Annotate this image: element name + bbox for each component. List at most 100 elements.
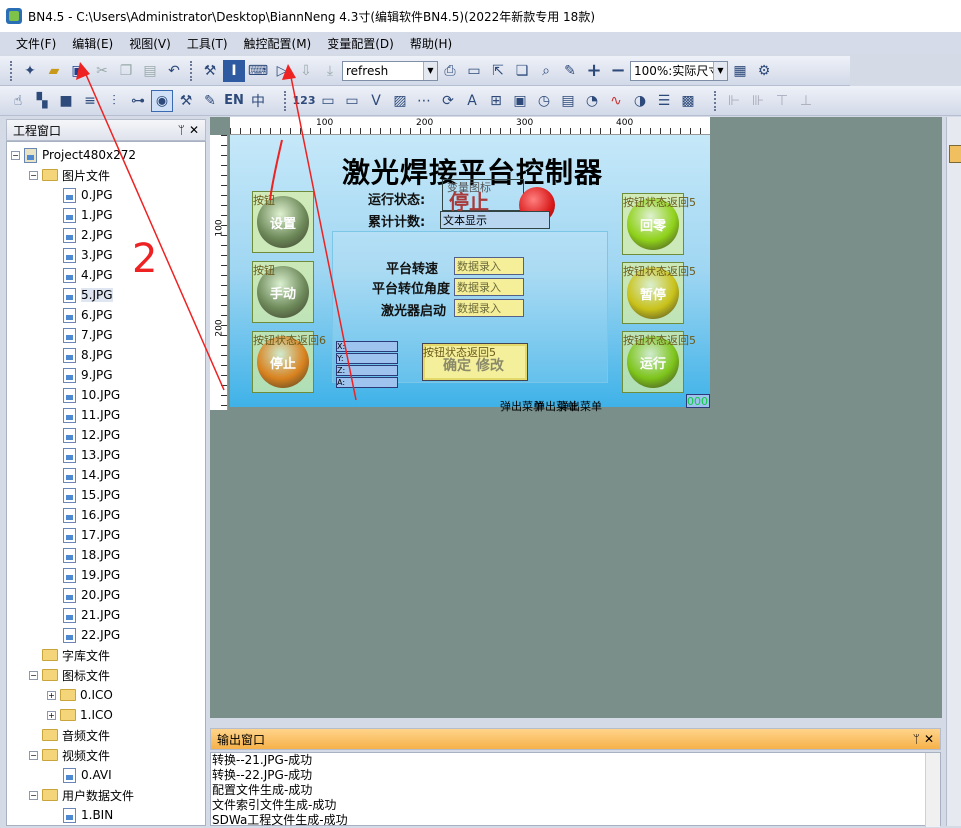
tree-image-file[interactable]: 19.JPG <box>63 565 120 585</box>
zoom-in-icon[interactable]: + <box>583 60 605 82</box>
tree-userdata-0[interactable]: 1.BIN <box>63 805 113 825</box>
coord-z[interactable]: Z: <box>336 365 398 376</box>
param-input[interactable]: 数据录入 <box>454 299 524 317</box>
expand-icon[interactable]: + <box>47 710 56 720</box>
expand-icon[interactable]: + <box>47 690 56 700</box>
target-icon[interactable]: ◉ <box>151 89 173 112</box>
tree-image-file[interactable]: 3.JPG <box>63 245 113 265</box>
tree-root[interactable]: − Project480x272 <box>11 145 136 165</box>
clock-icon[interactable]: ◷ <box>533 90 555 112</box>
variable-icon[interactable]: Ⅴ <box>365 90 387 112</box>
coord-y[interactable]: Y: <box>336 353 398 364</box>
undo-icon[interactable]: ↶ <box>163 60 185 82</box>
tree-image-file[interactable]: 20.JPG <box>63 585 120 605</box>
slider-icon[interactable]: ⊶ <box>127 90 149 112</box>
tree-image-file[interactable]: 10.JPG <box>63 385 120 405</box>
pin-icon[interactable]: ᛘ <box>913 732 920 746</box>
chinese-icon[interactable]: 中 <box>247 90 269 112</box>
hmi-right-button[interactable]: 运行 按钮状态返回5 <box>622 331 696 393</box>
tree-font-folder[interactable]: 字库文件 <box>29 645 110 665</box>
chart-icon[interactable]: ◔ <box>581 90 603 112</box>
corner-value[interactable]: 000 <box>686 394 710 408</box>
binary-icon[interactable]: ⊞ <box>485 90 507 112</box>
popup-menu[interactable]: 弹出菜单弹出菜单弹出菜单 <box>500 398 602 414</box>
collapse-icon[interactable]: − <box>29 790 38 800</box>
number-icon[interactable]: 123 <box>293 90 316 112</box>
tree-image-folder[interactable]: − 图片文件 <box>29 165 110 185</box>
tree-image-file[interactable]: 4.JPG <box>63 265 113 285</box>
window-icon[interactable]: ❏ <box>511 60 533 82</box>
tree-image-file[interactable]: 22.JPG <box>63 625 120 645</box>
hmi-right-button[interactable]: 回零 按钮状态返回5 <box>622 193 696 255</box>
hmi-left-button[interactable]: 手动 按钮 <box>252 261 314 323</box>
download-icon[interactable]: ⇩ <box>295 60 317 82</box>
gauge-icon[interactable]: ◑ <box>629 90 651 112</box>
grid-badge-icon[interactable]: ▚ <box>31 90 53 112</box>
tree-image-file[interactable]: 18.JPG <box>63 545 120 565</box>
tree-icon-1[interactable]: + 1.ICO <box>47 705 113 725</box>
tree-image-file[interactable]: 7.JPG <box>63 325 113 345</box>
toolbar-grip-4[interactable] <box>714 90 718 111</box>
tree-image-file[interactable]: 5.JPG <box>63 285 113 305</box>
tree-image-file[interactable]: 1.JPG <box>63 205 113 225</box>
play-icon[interactable]: ▷ <box>271 60 293 82</box>
tree-image-file[interactable]: 8.JPG <box>63 345 113 365</box>
collapse-icon[interactable]: − <box>11 150 20 160</box>
edit-doc-icon[interactable]: ✎ <box>199 90 221 112</box>
menu-variable-config[interactable]: 变量配置(D) <box>327 35 394 52</box>
chevron-down-icon[interactable]: ▼ <box>713 61 727 80</box>
collapse-icon[interactable]: − <box>29 750 38 760</box>
tree-image-file[interactable]: 16.JPG <box>63 505 120 525</box>
tree-image-file[interactable]: 11.JPG <box>63 405 120 425</box>
rectangle-icon[interactable]: ■ <box>55 90 77 112</box>
pin-icon[interactable]: ᛘ <box>178 123 185 137</box>
page-select[interactable]: refresh ▼ <box>342 60 438 81</box>
tree-image-file[interactable]: 6.JPG <box>63 305 113 325</box>
align-bottom-icon[interactable]: ⊥ <box>795 90 817 112</box>
paste-icon[interactable]: ▤ <box>139 60 161 82</box>
param-input[interactable]: 数据录入 <box>454 278 524 296</box>
coord-x[interactable]: X: <box>336 341 398 352</box>
distribute-icon[interactable]: ⫶ <box>103 90 125 112</box>
preview-icon[interactable]: ⎙ <box>439 60 461 82</box>
menu-help[interactable]: 帮助(H) <box>410 35 452 52</box>
tree-icon-0[interactable]: + 0.ICO <box>47 685 113 705</box>
var-icon-box[interactable]: 变量图标 停止 <box>442 179 524 214</box>
image-icon[interactable]: ▨ <box>389 90 411 112</box>
tree-icon-folder[interactable]: − 图标文件 <box>29 665 110 685</box>
tree-image-file[interactable]: 13.JPG <box>63 445 120 465</box>
menu-tools[interactable]: 工具(T) <box>187 35 228 52</box>
qr-code-icon[interactable]: ▩ <box>677 90 699 112</box>
menu-touch-config[interactable]: 触控配置(M) <box>244 35 312 52</box>
keyboard-icon[interactable]: ⌨ <box>247 60 269 82</box>
hmi-right-button[interactable]: 暂停 按钮状态返回5 <box>622 262 696 324</box>
menu-view[interactable]: 视图(V) <box>129 35 171 52</box>
save-icon[interactable]: ▣ <box>67 60 89 82</box>
confirm-button[interactable]: 按钮状态返回5 确定 修改 <box>422 343 528 381</box>
toolbar-grip-2[interactable] <box>190 60 194 81</box>
tree-userdata-folder[interactable]: − 用户数据文件 <box>29 785 134 805</box>
coord-a[interactable]: A: <box>336 377 398 388</box>
tree-image-file[interactable]: 14.JPG <box>63 465 120 485</box>
tree-image-file[interactable]: 9.JPG <box>63 365 113 385</box>
tree-video-0[interactable]: 0.AVI <box>63 765 112 785</box>
list-icon[interactable]: ☰ <box>653 90 675 112</box>
close-icon[interactable]: ✕ <box>924 732 934 746</box>
calculator-icon[interactable]: ▦ <box>729 60 751 82</box>
zoom-out-icon[interactable]: − <box>607 60 629 82</box>
tree-image-file[interactable]: 15.JPG <box>63 485 120 505</box>
align-center-icon[interactable]: ⊪ <box>747 90 769 112</box>
picture-icon[interactable]: ▣ <box>509 90 531 112</box>
property-icon[interactable] <box>949 145 961 163</box>
new-file-icon[interactable]: ✦ <box>19 60 41 82</box>
align-left-icon[interactable]: ⊩ <box>723 90 745 112</box>
zoom-icon[interactable]: ⌕ <box>535 60 557 82</box>
text-box-2-icon[interactable]: ▭ <box>341 90 363 112</box>
download-device-icon[interactable]: ⤓ <box>319 60 341 82</box>
export-icon[interactable]: ⇱ <box>487 60 509 82</box>
display-icon[interactable]: ▤ <box>557 90 579 112</box>
slider-widget-icon[interactable]: ⋯ <box>413 90 435 112</box>
font-icon[interactable]: A <box>461 90 483 112</box>
cut-icon[interactable]: ✂ <box>91 60 113 82</box>
language-icon[interactable]: EN <box>223 90 245 112</box>
